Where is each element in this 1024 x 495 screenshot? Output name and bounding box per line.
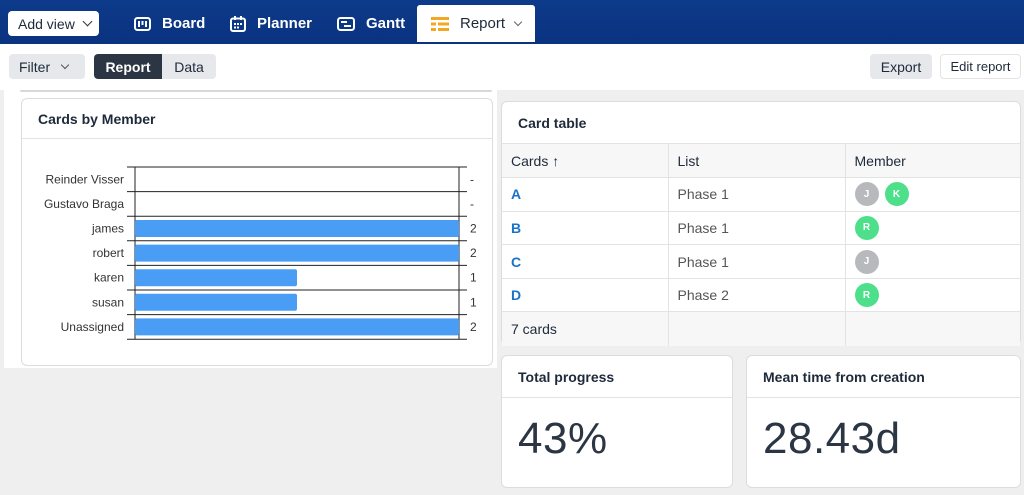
table-row[interactable]: A Phase 1JK <box>502 177 1020 212</box>
member-avatar[interactable]: K <box>884 182 909 207</box>
card-link[interactable]: D <box>511 287 521 303</box>
total-progress-value: 43% <box>518 414 608 463</box>
bar-value-label: 2 <box>470 246 477 260</box>
bar-value-label: 2 <box>470 320 477 334</box>
top-navigation-bar: Add view Board Planner Gantt Report <box>0 0 1024 44</box>
bar-susan[interactable] <box>135 293 297 311</box>
tab-gantt[interactable]: Gantt <box>337 5 405 42</box>
member-cell: R <box>845 211 1020 246</box>
tab-report-label: Report <box>460 15 506 32</box>
category-tick-label: Reinder Visser <box>46 172 124 186</box>
category-tick-label: susan <box>92 295 124 309</box>
card-link[interactable]: C <box>511 254 521 270</box>
member-avatar[interactable]: J <box>854 182 879 207</box>
bar-value-label: - <box>470 172 474 186</box>
report-toggle-button[interactable]: Report <box>94 54 162 79</box>
data-toggle-button[interactable]: Data <box>162 54 216 79</box>
card-link[interactable]: B <box>511 220 521 236</box>
tab-planner[interactable]: Planner <box>230 5 312 42</box>
add-view-label: Add view <box>18 15 75 32</box>
metric-title: Mean time from creation <box>763 368 925 385</box>
category-tick-label: Gustavo Braga <box>44 197 124 211</box>
member-avatar[interactable]: J <box>854 249 879 274</box>
report-icon <box>431 16 449 31</box>
card-count: 7 cards <box>502 311 669 346</box>
tab-planner-label: Planner <box>257 15 313 32</box>
tab-board[interactable]: Board <box>134 5 205 42</box>
metric-card-header: Mean time from creation <box>747 356 1020 398</box>
bar-unassigned[interactable] <box>135 318 459 336</box>
view-toggle: Report Data <box>94 54 216 79</box>
card-cell: C <box>502 244 669 279</box>
list-cell: Phase 1 <box>668 244 846 279</box>
member-cell: J <box>845 244 1020 279</box>
bar-value-label: 1 <box>470 271 477 285</box>
mean-time-value: 28.43d <box>763 414 901 463</box>
card-link[interactable]: A <box>511 186 521 202</box>
metric-card-header: Total progress <box>502 356 732 398</box>
card-table: Cards ↑ List Member A Phase 1 J K B Phase 1RC… <box>502 144 1020 346</box>
tab-gantt-label: Gantt <box>366 15 406 32</box>
bar-value-label: - <box>470 197 474 211</box>
chevron-down-icon <box>82 16 93 27</box>
tab-board-label: Board <box>162 15 206 32</box>
filter-button[interactable]: Filter <box>9 54 85 79</box>
metric-title: Total progress <box>518 368 615 385</box>
tab-report[interactable]: Report <box>417 5 535 42</box>
mean-time-card: Mean time from creation 28.43d <box>746 355 1021 488</box>
gantt-icon <box>337 16 355 31</box>
bar-value-label: 1 <box>470 295 477 309</box>
card-table-card: Card table Cards ↑ List Member A Phase 1J… <box>501 101 1021 346</box>
category-tick-label: Unassigned <box>61 320 124 334</box>
report-toolbar: Filter Report Data Export Edit report <box>0 44 1024 90</box>
table-footer-row: 7 cards <box>502 311 1020 346</box>
table-card-header: Card table <box>502 102 1020 144</box>
panel-scroll-edge <box>20 90 492 92</box>
edit-report-button[interactable]: Edit report <box>940 54 1021 79</box>
list-cell: Phase 1 <box>668 211 846 246</box>
card-cell: B <box>502 211 669 246</box>
member-avatar[interactable]: R <box>854 215 879 240</box>
card-cell: D <box>502 278 669 313</box>
bar-value-label: 2 <box>470 222 477 236</box>
card-cell: A <box>502 177 669 212</box>
cards-by-member-chart: Reinder Visser - Gustavo Braga - james 2 rober… <box>44 166 477 340</box>
table-row[interactable]: B Phase 1 R <box>502 211 1020 246</box>
table-row[interactable]: C Phase 1 J <box>502 244 1020 279</box>
planner-icon <box>230 15 246 32</box>
table-body: A Phase 1 J K B Phase 1 R C Phase 1 J D Phase 2R <box>502 177 1020 313</box>
chevron-down-icon[interactable] <box>513 17 523 26</box>
bar-karen[interactable] <box>135 269 297 287</box>
footer-empty-cell <box>668 311 846 346</box>
member-avatar[interactable]: R <box>854 283 879 308</box>
member-cell: JK <box>845 177 1020 212</box>
cards-by-member-card: Cards by Member Reinder Visser - Gustavo B… <box>21 98 493 366</box>
board-icon <box>134 16 151 31</box>
category-tick-label: james <box>91 222 124 236</box>
add-view-button[interactable]: Add view <box>8 11 99 36</box>
member-cell: R <box>845 278 1020 313</box>
list-cell: Phase 2 <box>668 278 846 313</box>
chevron-down-icon <box>60 60 70 69</box>
list-cell: Phase 1 <box>668 177 846 212</box>
bar-james[interactable] <box>135 220 459 237</box>
table-row[interactable]: D Phase 2 R <box>502 278 1020 313</box>
column-header-member[interactable]: Member <box>845 144 1020 179</box>
column-header-cards[interactable]: Cards ↑ <box>502 144 669 179</box>
table-card-title: Card table <box>518 114 587 131</box>
filter-label: Filter <box>19 58 51 75</box>
footer-empty-cell <box>845 311 1020 346</box>
export-button[interactable]: Export <box>870 54 932 79</box>
column-header-list[interactable]: List <box>668 144 846 179</box>
table-header-row: Cards ↑ List Member <box>502 144 1020 179</box>
bar-robert[interactable] <box>135 244 459 262</box>
total-progress-card: Total progress 43% <box>501 355 733 488</box>
category-tick-label: robert <box>93 246 125 260</box>
category-tick-label: karen <box>94 271 124 285</box>
